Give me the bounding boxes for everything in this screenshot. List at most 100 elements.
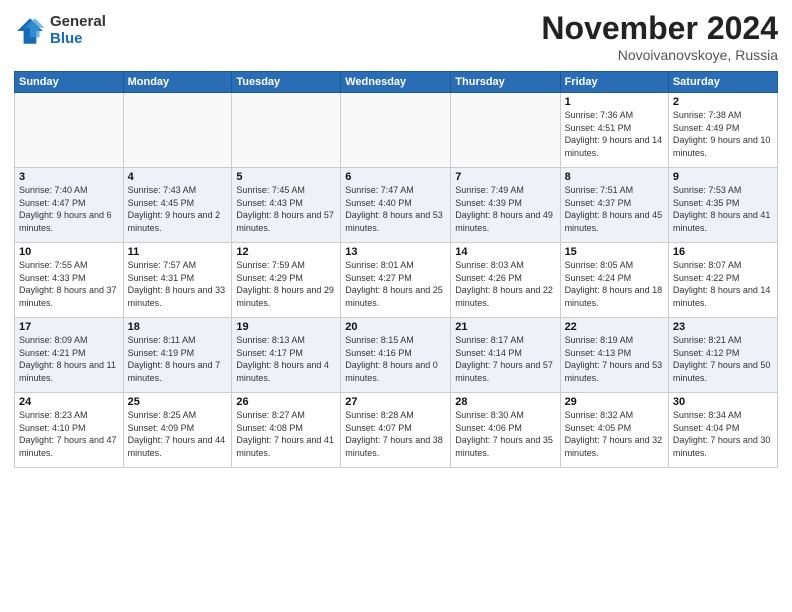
calendar-cell: 14Sunrise: 8:03 AM Sunset: 4:26 PM Dayli… [451, 243, 560, 318]
day-info: Sunrise: 8:21 AM Sunset: 4:12 PM Dayligh… [673, 334, 773, 384]
day-info: Sunrise: 8:34 AM Sunset: 4:04 PM Dayligh… [673, 409, 773, 459]
day-number: 17 [19, 321, 119, 333]
logo-icon [14, 15, 46, 47]
calendar-header-cell: Wednesday [341, 72, 451, 93]
day-info: Sunrise: 8:23 AM Sunset: 4:10 PM Dayligh… [19, 409, 119, 459]
calendar-cell: 18Sunrise: 8:11 AM Sunset: 4:19 PM Dayli… [123, 318, 232, 393]
calendar-cell: 23Sunrise: 8:21 AM Sunset: 4:12 PM Dayli… [668, 318, 777, 393]
day-info: Sunrise: 8:01 AM Sunset: 4:27 PM Dayligh… [345, 259, 446, 309]
calendar-cell [15, 93, 124, 168]
calendar-week-row: 17Sunrise: 8:09 AM Sunset: 4:21 PM Dayli… [15, 318, 778, 393]
day-number: 30 [673, 396, 773, 408]
day-number: 12 [236, 246, 336, 258]
calendar-cell: 28Sunrise: 8:30 AM Sunset: 4:06 PM Dayli… [451, 393, 560, 468]
calendar-header-cell: Tuesday [232, 72, 341, 93]
calendar-cell: 21Sunrise: 8:17 AM Sunset: 4:14 PM Dayli… [451, 318, 560, 393]
calendar-cell: 10Sunrise: 7:55 AM Sunset: 4:33 PM Dayli… [15, 243, 124, 318]
day-info: Sunrise: 7:43 AM Sunset: 4:45 PM Dayligh… [128, 184, 228, 234]
day-info: Sunrise: 7:49 AM Sunset: 4:39 PM Dayligh… [455, 184, 555, 234]
day-number: 8 [565, 171, 664, 183]
day-info: Sunrise: 7:47 AM Sunset: 4:40 PM Dayligh… [345, 184, 446, 234]
day-info: Sunrise: 8:19 AM Sunset: 4:13 PM Dayligh… [565, 334, 664, 384]
day-info: Sunrise: 7:40 AM Sunset: 4:47 PM Dayligh… [19, 184, 119, 234]
calendar-cell: 9Sunrise: 7:53 AM Sunset: 4:35 PM Daylig… [668, 168, 777, 243]
calendar-cell: 20Sunrise: 8:15 AM Sunset: 4:16 PM Dayli… [341, 318, 451, 393]
calendar-header-cell: Sunday [15, 72, 124, 93]
day-number: 9 [673, 171, 773, 183]
day-number: 1 [565, 96, 664, 108]
calendar-week-row: 3Sunrise: 7:40 AM Sunset: 4:47 PM Daylig… [15, 168, 778, 243]
calendar-header-cell: Monday [123, 72, 232, 93]
day-number: 28 [455, 396, 555, 408]
page: General Blue November 2024 Novoivanovsko… [0, 0, 792, 612]
day-number: 10 [19, 246, 119, 258]
calendar-cell: 2Sunrise: 7:38 AM Sunset: 4:49 PM Daylig… [668, 93, 777, 168]
day-number: 21 [455, 321, 555, 333]
day-number: 5 [236, 171, 336, 183]
day-number: 3 [19, 171, 119, 183]
day-info: Sunrise: 8:09 AM Sunset: 4:21 PM Dayligh… [19, 334, 119, 384]
day-info: Sunrise: 8:32 AM Sunset: 4:05 PM Dayligh… [565, 409, 664, 459]
calendar-cell: 16Sunrise: 8:07 AM Sunset: 4:22 PM Dayli… [668, 243, 777, 318]
day-info: Sunrise: 7:38 AM Sunset: 4:49 PM Dayligh… [673, 109, 773, 159]
calendar-cell [341, 93, 451, 168]
calendar-cell: 3Sunrise: 7:40 AM Sunset: 4:47 PM Daylig… [15, 168, 124, 243]
day-info: Sunrise: 7:55 AM Sunset: 4:33 PM Dayligh… [19, 259, 119, 309]
header: General Blue November 2024 Novoivanovsko… [14, 10, 778, 63]
day-number: 26 [236, 396, 336, 408]
day-info: Sunrise: 8:07 AM Sunset: 4:22 PM Dayligh… [673, 259, 773, 309]
day-info: Sunrise: 7:59 AM Sunset: 4:29 PM Dayligh… [236, 259, 336, 309]
calendar-cell: 6Sunrise: 7:47 AM Sunset: 4:40 PM Daylig… [341, 168, 451, 243]
day-number: 18 [128, 321, 228, 333]
day-info: Sunrise: 8:05 AM Sunset: 4:24 PM Dayligh… [565, 259, 664, 309]
calendar-week-row: 10Sunrise: 7:55 AM Sunset: 4:33 PM Dayli… [15, 243, 778, 318]
calendar-cell: 19Sunrise: 8:13 AM Sunset: 4:17 PM Dayli… [232, 318, 341, 393]
day-info: Sunrise: 7:36 AM Sunset: 4:51 PM Dayligh… [565, 109, 664, 159]
day-info: Sunrise: 8:13 AM Sunset: 4:17 PM Dayligh… [236, 334, 336, 384]
day-info: Sunrise: 8:11 AM Sunset: 4:19 PM Dayligh… [128, 334, 228, 384]
calendar-header-cell: Thursday [451, 72, 560, 93]
calendar-cell: 5Sunrise: 7:45 AM Sunset: 4:43 PM Daylig… [232, 168, 341, 243]
day-number: 29 [565, 396, 664, 408]
calendar-week-row: 1Sunrise: 7:36 AM Sunset: 4:51 PM Daylig… [15, 93, 778, 168]
day-number: 4 [128, 171, 228, 183]
logo-blue: Blue [50, 31, 106, 48]
day-number: 24 [19, 396, 119, 408]
calendar-cell [451, 93, 560, 168]
calendar-cell: 12Sunrise: 7:59 AM Sunset: 4:29 PM Dayli… [232, 243, 341, 318]
calendar-header-cell: Saturday [668, 72, 777, 93]
day-info: Sunrise: 8:28 AM Sunset: 4:07 PM Dayligh… [345, 409, 446, 459]
calendar-cell: 11Sunrise: 7:57 AM Sunset: 4:31 PM Dayli… [123, 243, 232, 318]
day-number: 14 [455, 246, 555, 258]
day-info: Sunrise: 7:45 AM Sunset: 4:43 PM Dayligh… [236, 184, 336, 234]
location: Novoivanovskoye, Russia [541, 47, 778, 63]
day-number: 20 [345, 321, 446, 333]
day-info: Sunrise: 7:53 AM Sunset: 4:35 PM Dayligh… [673, 184, 773, 234]
day-number: 7 [455, 171, 555, 183]
day-number: 13 [345, 246, 446, 258]
calendar-header-row: SundayMondayTuesdayWednesdayThursdayFrid… [15, 72, 778, 93]
day-info: Sunrise: 8:27 AM Sunset: 4:08 PM Dayligh… [236, 409, 336, 459]
calendar-cell: 17Sunrise: 8:09 AM Sunset: 4:21 PM Dayli… [15, 318, 124, 393]
calendar-cell [232, 93, 341, 168]
day-number: 23 [673, 321, 773, 333]
calendar-cell: 25Sunrise: 8:25 AM Sunset: 4:09 PM Dayli… [123, 393, 232, 468]
month-title: November 2024 [541, 10, 778, 47]
logo-text: General Blue [50, 14, 106, 47]
calendar-cell: 1Sunrise: 7:36 AM Sunset: 4:51 PM Daylig… [560, 93, 668, 168]
day-info: Sunrise: 8:30 AM Sunset: 4:06 PM Dayligh… [455, 409, 555, 459]
day-number: 15 [565, 246, 664, 258]
day-number: 27 [345, 396, 446, 408]
calendar-cell: 4Sunrise: 7:43 AM Sunset: 4:45 PM Daylig… [123, 168, 232, 243]
logo-general: General [50, 14, 106, 31]
calendar-cell: 8Sunrise: 7:51 AM Sunset: 4:37 PM Daylig… [560, 168, 668, 243]
calendar-cell: 7Sunrise: 7:49 AM Sunset: 4:39 PM Daylig… [451, 168, 560, 243]
calendar-cell: 30Sunrise: 8:34 AM Sunset: 4:04 PM Dayli… [668, 393, 777, 468]
calendar-week-row: 24Sunrise: 8:23 AM Sunset: 4:10 PM Dayli… [15, 393, 778, 468]
day-number: 19 [236, 321, 336, 333]
calendar-cell: 24Sunrise: 8:23 AM Sunset: 4:10 PM Dayli… [15, 393, 124, 468]
day-number: 11 [128, 246, 228, 258]
day-info: Sunrise: 8:17 AM Sunset: 4:14 PM Dayligh… [455, 334, 555, 384]
day-number: 16 [673, 246, 773, 258]
day-number: 6 [345, 171, 446, 183]
